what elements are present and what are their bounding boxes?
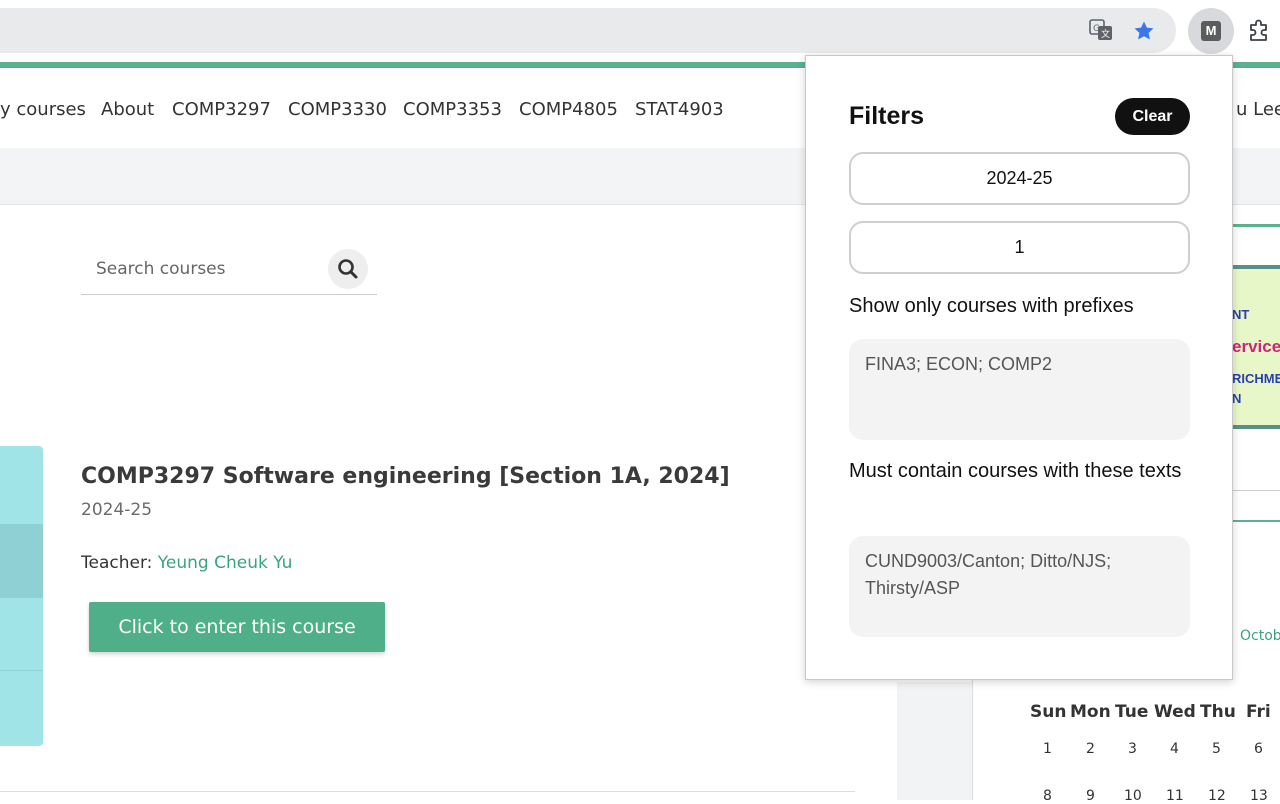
search-input[interactable]	[81, 254, 321, 284]
calendar-day[interactable]: 2	[1086, 741, 1095, 757]
banner-line-3: RICHME	[1232, 371, 1280, 386]
clear-button[interactable]: Clear	[1115, 98, 1190, 135]
block-accent	[1232, 224, 1280, 227]
search-button[interactable]	[328, 249, 368, 289]
course-search	[81, 246, 377, 295]
svg-text:文: 文	[1101, 28, 1110, 40]
prefix-label: Show only courses with prefixes	[849, 295, 1134, 317]
calendar-weekday: Thu	[1200, 702, 1236, 722]
calendar-day[interactable]: 12	[1208, 788, 1226, 804]
contains-label: Must contain courses with these texts	[849, 460, 1182, 482]
nav-comp3297[interactable]: COMP3297	[172, 99, 271, 120]
calendar-day[interactable]: 9	[1086, 788, 1095, 804]
banner-line-4: N	[1232, 391, 1242, 406]
banner-line-2: ervice	[1232, 337, 1280, 356]
bookmark-star-icon[interactable]	[1132, 19, 1156, 43]
nav-about[interactable]: About	[101, 99, 154, 120]
filters-popup: Filters Clear Show only courses with pre…	[805, 55, 1233, 680]
enter-course-button[interactable]: Click to enter this course	[89, 602, 385, 652]
nav-comp3330[interactable]: COMP3330	[288, 99, 387, 120]
banner-line-1: NT	[1232, 307, 1250, 322]
nav-stat4903[interactable]: STAT4903	[635, 99, 724, 120]
calendar-block	[972, 672, 1280, 800]
nav-comp3353[interactable]: COMP3353	[403, 99, 502, 120]
course-image[interactable]	[0, 446, 43, 746]
calendar-day[interactable]: 11	[1166, 788, 1184, 804]
teacher-label: Teacher:	[81, 553, 153, 573]
extension-button[interactable]: M	[1188, 8, 1234, 54]
calendar-weekday: Wed	[1154, 702, 1196, 722]
puzzle-extensions-icon[interactable]	[1246, 17, 1272, 43]
promo-banner[interactable]: NT ervice RICHME N	[1232, 265, 1280, 429]
calendar-day[interactable]: 3	[1128, 741, 1137, 757]
calendar-month-link[interactable]: Octob	[1240, 628, 1280, 644]
calendar-day[interactable]: 10	[1124, 788, 1142, 804]
extension-m-icon: M	[1201, 21, 1221, 41]
popup-title: Filters	[849, 102, 925, 130]
address-bar[interactable]	[0, 8, 1176, 53]
course-year: 2024-25	[81, 500, 153, 520]
prefix-textarea[interactable]: FINA3; ECON; COMP2	[849, 339, 1190, 440]
calendar-day[interactable]: 5	[1212, 741, 1221, 757]
nav-my-courses[interactable]: y courses	[0, 99, 86, 120]
semester-field[interactable]	[849, 221, 1190, 274]
calendar-day[interactable]: 13	[1250, 788, 1268, 804]
course-title[interactable]: COMP3297 Software engineering [Section 1…	[81, 464, 730, 489]
calendar-weekday: Tue	[1115, 702, 1149, 722]
search-icon	[338, 259, 358, 279]
block-header	[1232, 490, 1280, 522]
user-menu[interactable]: u Lee	[1236, 99, 1280, 120]
contains-textarea[interactable]: CUND9003/Canton; Ditto/NJS; Thirsty/ASP	[849, 536, 1190, 637]
nav-comp4805[interactable]: COMP4805	[519, 99, 618, 120]
calendar-day[interactable]: 4	[1170, 741, 1179, 757]
calendar-weekday: Fri	[1246, 702, 1271, 722]
calendar-day[interactable]: 6	[1254, 741, 1263, 757]
right-gutter	[897, 682, 972, 800]
calendar-day[interactable]: 1	[1043, 741, 1052, 757]
calendar-day[interactable]: 8	[1043, 788, 1052, 804]
calendar-weekday: Sun	[1030, 702, 1067, 722]
translate-icon[interactable]: G 文	[1089, 19, 1113, 41]
divider	[0, 791, 855, 792]
browser-toolbar: G 文 M	[0, 0, 1280, 62]
year-field[interactable]	[849, 152, 1190, 205]
calendar-weekday: Mon	[1070, 702, 1111, 722]
teacher-link[interactable]: Yeung Cheuk Yu	[158, 553, 293, 573]
course-teacher: Teacher: Yeung Cheuk Yu	[81, 553, 292, 573]
